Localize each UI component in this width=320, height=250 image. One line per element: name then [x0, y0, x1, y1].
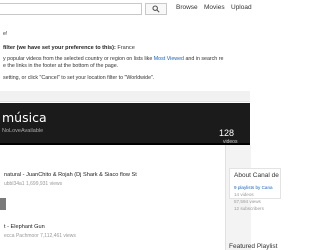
video-title[interactable]: t - Elephant Gun	[4, 224, 45, 230]
video-title[interactable]: natural - JuanChito & Rojah (Dj Shark & …	[4, 172, 137, 178]
notice-cancel-hint: setting, or click "Cancel" to set your l…	[3, 75, 155, 81]
stat-subscribers: 12 subscribers	[234, 206, 264, 211]
notice-greeting: e!	[3, 31, 8, 37]
search-input[interactable]	[0, 3, 142, 15]
notice-filter-label: filter (we have set your preference to t…	[3, 45, 116, 51]
channel-author[interactable]: NoLoveAvailable	[2, 128, 43, 134]
channel-title: música	[2, 110, 47, 125]
notice-description-start: y popular videos from the selected count…	[3, 56, 154, 62]
video-meta: ecca Pachmoor 7,112,461 views	[4, 233, 76, 239]
about-channel-box: About Canal de 9 playlists by Cana 14 vi…	[229, 168, 281, 211]
most-viewed-link[interactable]: Most Viewed	[154, 56, 184, 62]
search-icon	[152, 5, 160, 13]
search-button[interactable]	[145, 3, 167, 15]
video-thumbnail[interactable]	[0, 198, 6, 210]
playlists-link[interactable]: 9 playlists by Cana	[234, 185, 273, 190]
nav-upload-link[interactable]: Upload	[231, 4, 252, 11]
video-count: 128	[219, 128, 235, 138]
featured-playlist-heading: Featured Playlist	[229, 243, 278, 250]
video-meta: ubbl34a1 1,699,931 views	[4, 181, 63, 187]
video-list: natural - JuanChito & Rojah (Dj Shark & …	[0, 145, 225, 250]
notice-filter-country: France	[115, 45, 135, 51]
top-bar: Browse Movies Upload	[0, 0, 252, 20]
about-title: About Canal de	[234, 172, 279, 179]
stat-views: 57,594 views	[234, 199, 261, 204]
video-item[interactable]: t - Elephant Gun ecca Pachmoor 7,112,461…	[0, 217, 225, 247]
nav-movies-link[interactable]: Movies	[204, 4, 225, 11]
divider-bar	[0, 91, 250, 102]
nav-browse-link[interactable]: Browse	[176, 4, 198, 11]
stat-videos: 14 videos	[234, 192, 254, 197]
notice-description-end: and in search re	[183, 56, 224, 62]
location-filter-notice: e! filter (we have set your preference t…	[0, 19, 250, 92]
notice-footer-hint: e the links in the footer at the bottom …	[3, 63, 119, 69]
video-item[interactable]: natural - JuanChito & Rojah (Dj Shark & …	[0, 165, 225, 195]
notice-filter-line: filter (we have set your preference to t…	[3, 45, 135, 51]
channel-header: música NoLoveAvailable	[0, 103, 250, 145]
notice-description: y popular videos from the selected count…	[3, 56, 223, 62]
